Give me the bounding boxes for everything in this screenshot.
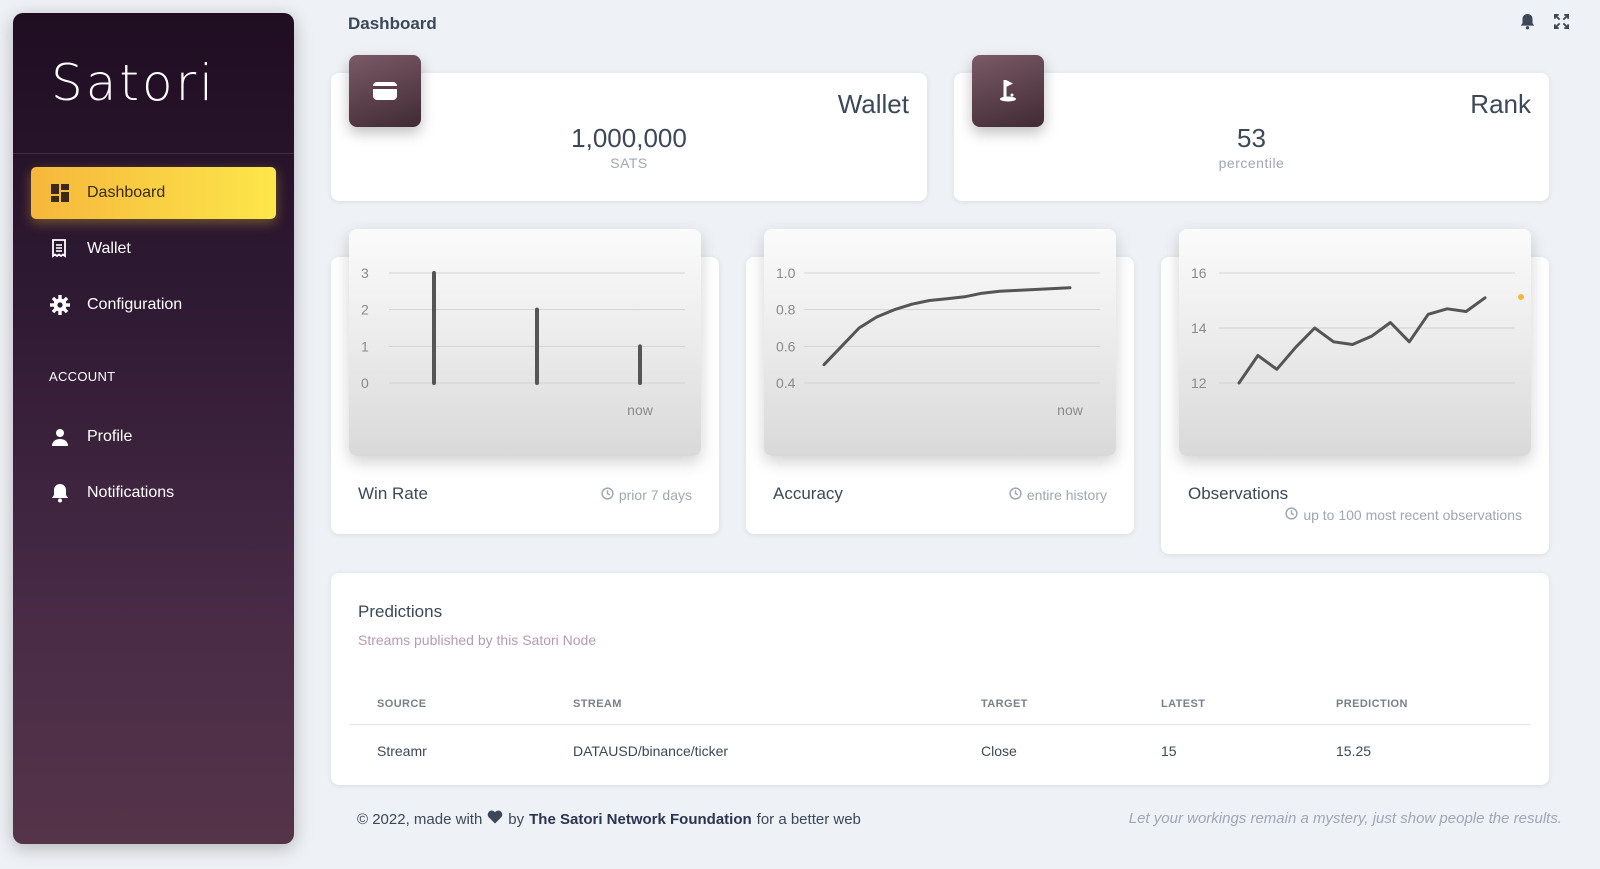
page-title: Dashboard bbox=[348, 14, 437, 33]
brand-name: Satori bbox=[51, 54, 217, 112]
sidebar: Satori Dashboard Wallet Configuration AC… bbox=[13, 13, 294, 844]
y-tick-label: 0.8 bbox=[776, 302, 796, 318]
observations-meta: up to 100 most recent observations bbox=[1285, 507, 1522, 523]
column-header-target: TARGET bbox=[953, 685, 1133, 725]
rank-title: Rank bbox=[1470, 89, 1531, 119]
observations-title: Observations bbox=[1188, 484, 1289, 503]
clock-icon bbox=[1285, 507, 1298, 523]
wallet-card: Wallet 1,000,000 SATS bbox=[331, 55, 927, 201]
footer-credit: © 2022, made with by The Satori Network … bbox=[357, 810, 861, 828]
cell-stream: DATAUSD/binance/ticker bbox=[573, 742, 729, 759]
top-toolbar bbox=[1518, 12, 1570, 30]
column-header-source: SOURCE bbox=[349, 685, 545, 725]
y-tick-label: 0.6 bbox=[776, 338, 796, 354]
column-header-prediction: PREDICTION bbox=[1308, 685, 1531, 725]
dashboard-icon bbox=[49, 182, 71, 204]
observations-chart: 12 14 16 bbox=[1179, 229, 1531, 456]
accuracy-chart-svg: 0.4 0.6 0.8 1.0 now bbox=[776, 265, 1100, 418]
live-indicator-dot bbox=[1518, 294, 1524, 300]
win-rate-chart: 0 1 2 3 now bbox=[349, 229, 701, 456]
golf-flag-icon bbox=[972, 55, 1044, 127]
observations-meta-text: up to 100 most recent observations bbox=[1303, 507, 1522, 523]
win-rate-card: 0 1 2 3 now Win Rate prior 7 days bbox=[331, 229, 719, 534]
y-tick-label: 2 bbox=[361, 302, 369, 318]
win-rate-chart-svg: 0 1 2 3 now bbox=[361, 265, 685, 418]
account-nav: Profile Notifications bbox=[13, 411, 294, 519]
table-header-row: SOURCE STREAM TARGET LATEST PREDICTION bbox=[349, 685, 1531, 725]
y-tick-label: 14 bbox=[1191, 320, 1207, 336]
y-tick-label: 16 bbox=[1191, 265, 1207, 281]
predictions-table: SOURCE STREAM TARGET LATEST PREDICTION S… bbox=[349, 685, 1531, 777]
sidebar-nav: Dashboard Wallet Configuration bbox=[13, 154, 294, 331]
series-line bbox=[822, 286, 1072, 367]
notifications-bell-icon[interactable] bbox=[1518, 12, 1536, 30]
rank-unit: percentile bbox=[1218, 155, 1285, 171]
cell-target: Close bbox=[981, 742, 1017, 759]
x-tick-label: now bbox=[1057, 402, 1084, 418]
column-header-latest: LATEST bbox=[1133, 685, 1308, 725]
y-tick-label: 0.4 bbox=[776, 375, 796, 391]
heart-icon bbox=[487, 810, 503, 828]
observations-card: 12 14 16 Observations up to 100 most recen… bbox=[1161, 229, 1549, 554]
rank-value: 53 bbox=[1237, 123, 1266, 153]
x-tick-label: now bbox=[627, 402, 654, 418]
accuracy-title: Accuracy bbox=[773, 484, 843, 503]
brand-logo[interactable]: Satori bbox=[13, 13, 294, 154]
win-rate-meta: prior 7 days bbox=[601, 487, 692, 503]
series-line bbox=[1237, 296, 1487, 385]
y-tick-label: 12 bbox=[1191, 375, 1207, 391]
gear-icon bbox=[49, 294, 71, 316]
y-tick-label: 1.0 bbox=[776, 265, 796, 281]
sidebar-item-label: Wallet bbox=[87, 240, 131, 257]
sidebar-item-wallet[interactable]: Wallet bbox=[31, 223, 276, 275]
wallet-value: 1,000,000 bbox=[571, 123, 687, 153]
sidebar-item-label: Configuration bbox=[87, 296, 183, 313]
sidebar-item-label: Notifications bbox=[87, 484, 175, 501]
win-rate-meta-text: prior 7 days bbox=[618, 487, 692, 503]
accuracy-meta: entire history bbox=[1009, 487, 1107, 503]
footer-tail: for a better web bbox=[756, 810, 861, 828]
sidebar-item-configuration[interactable]: Configuration bbox=[31, 279, 276, 331]
rank-card: Rank 53 percentile bbox=[954, 55, 1549, 201]
predictions-subtitle: Streams published by this Satori Node bbox=[358, 632, 597, 648]
accuracy-card: 0.4 0.6 0.8 1.0 now Accuracy entire history bbox=[746, 229, 1134, 534]
predictions-card: Predictions Streams published by this Sa… bbox=[331, 573, 1549, 785]
sidebar-item-label: Profile bbox=[87, 428, 133, 445]
bell-icon bbox=[49, 482, 71, 504]
y-tick-label: 3 bbox=[361, 265, 369, 281]
person-icon bbox=[49, 426, 71, 448]
sidebar-item-dashboard[interactable]: Dashboard bbox=[31, 167, 276, 219]
footer-copyright: © 2022, made with bbox=[357, 810, 483, 828]
sidebar-item-profile[interactable]: Profile bbox=[31, 411, 276, 463]
observations-chart-svg: 12 14 16 bbox=[1191, 265, 1524, 391]
clock-icon bbox=[601, 487, 614, 503]
sidebar-section-account: ACCOUNT bbox=[49, 369, 116, 384]
y-tick-label: 0 bbox=[361, 375, 369, 391]
clock-icon bbox=[1009, 487, 1022, 503]
accuracy-chart: 0.4 0.6 0.8 1.0 now bbox=[764, 229, 1116, 456]
footer-org-link[interactable]: The Satori Network Foundation bbox=[529, 811, 752, 828]
footer-quote: Let your workings remain a mystery, just… bbox=[1128, 810, 1562, 827]
wallet-unit: SATS bbox=[610, 155, 648, 171]
win-rate-title: Win Rate bbox=[358, 484, 428, 503]
cell-latest: 15 bbox=[1161, 742, 1177, 759]
cell-source: Streamr bbox=[377, 742, 427, 759]
sidebar-item-label: Dashboard bbox=[87, 184, 166, 201]
wallet-icon bbox=[349, 55, 421, 127]
y-tick-label: 1 bbox=[361, 338, 369, 354]
receipt-icon bbox=[49, 238, 71, 260]
predictions-title: Predictions bbox=[358, 602, 443, 621]
footer-by: by bbox=[508, 810, 525, 828]
column-header-stream: STREAM bbox=[545, 685, 953, 725]
table-row[interactable]: Streamr DATAUSD/binance/ticker Close 15 … bbox=[349, 724, 1531, 777]
wallet-title: Wallet bbox=[837, 89, 909, 119]
fullscreen-icon[interactable] bbox=[1552, 12, 1570, 30]
accuracy-meta-text: entire history bbox=[1026, 487, 1107, 503]
sidebar-item-notifications[interactable]: Notifications bbox=[31, 467, 276, 519]
cell-prediction: 15.25 bbox=[1336, 742, 1372, 759]
